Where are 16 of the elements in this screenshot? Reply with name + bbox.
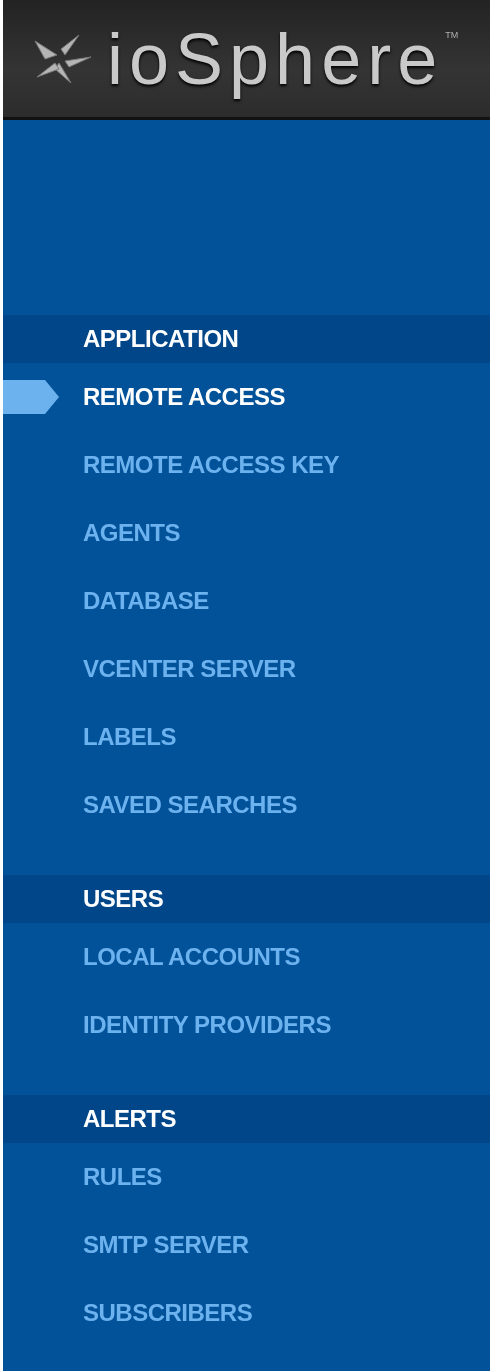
sidebar-item[interactable]: RULES <box>83 1163 162 1191</box>
sidebar-item[interactable]: SAVED SEARCHES <box>83 791 297 819</box>
sidebar-item[interactable]: REMOTE ACCESS <box>83 383 285 411</box>
sidebar-item[interactable]: LOCAL ACCOUNTS <box>83 943 300 971</box>
sidebar-item[interactable]: IDENTITY PROVIDERS <box>83 1011 331 1039</box>
section-heading: APPLICATION <box>3 315 490 363</box>
sidebar-item[interactable]: REMOTE ACCESS KEY <box>83 451 339 479</box>
section-heading: USERS <box>3 875 490 923</box>
sidebar-item[interactable]: LABELS <box>83 723 176 751</box>
sidebar-item[interactable]: AGENTS <box>83 519 180 547</box>
section-heading: ALERTS <box>3 1095 490 1143</box>
sidebar-item[interactable]: SMTP SERVER <box>83 1231 249 1259</box>
sidebar-item[interactable]: SUBSCRIBERS <box>83 1299 253 1327</box>
sidebar-item[interactable]: VCENTER SERVER <box>83 655 296 683</box>
trademark-text: TM <box>445 30 459 40</box>
sidebar-item[interactable]: DATABASE <box>83 587 209 615</box>
